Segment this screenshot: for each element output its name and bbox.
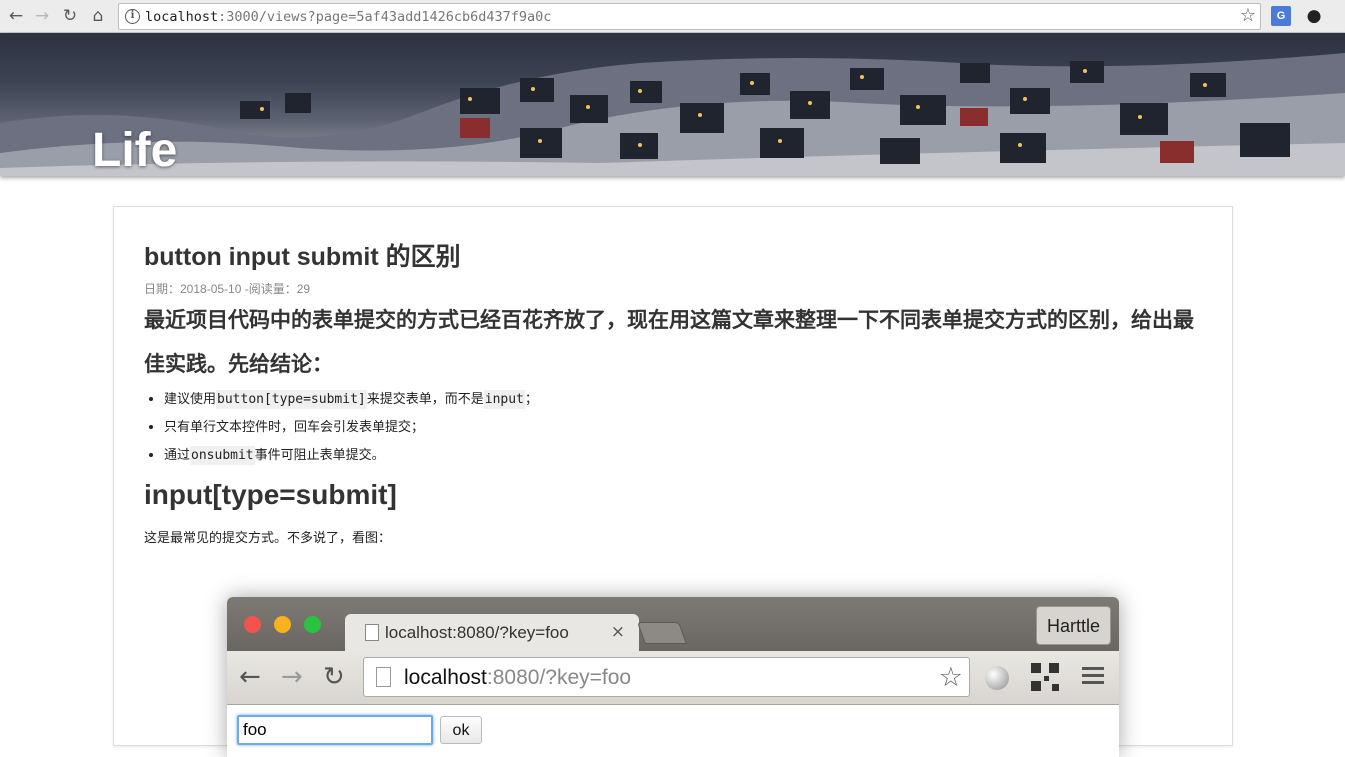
info-icon[interactable]: i	[125, 9, 140, 24]
close-icon: ×	[610, 622, 625, 642]
qr-code-icon	[1031, 663, 1059, 691]
inline-code: button[type=submit]	[216, 390, 367, 409]
list-item-text: 只有单行文本控件时，回车会引发表单提交；	[164, 419, 425, 434]
close-dot-icon	[244, 616, 261, 633]
figure-page-content: foo ok	[227, 705, 1119, 757]
figure-url: localhost:8080/?key=foo	[404, 666, 631, 690]
forward-arrow-icon[interactable]: →	[30, 4, 54, 28]
meta-separator: -	[241, 282, 249, 296]
hamburger-menu-icon	[1082, 665, 1104, 687]
url-host: localhost	[145, 9, 219, 25]
figure-toolbar: ← → ↻ localhost:8080/?key=foo ☆	[227, 651, 1119, 705]
page-icon	[376, 667, 391, 687]
new-tab-icon	[636, 622, 688, 644]
page-icon	[365, 624, 379, 641]
post-views: 阅读量：29	[248, 282, 311, 296]
banner-town-image	[0, 53, 1345, 176]
post-meta: 日期：2018-05-10 -阅读量：29	[144, 280, 310, 297]
list-item-text: 事件可阻止表单提交。	[254, 447, 385, 462]
address-url[interactable]: localhost:3000/views?page=5af43add1426cb…	[145, 9, 551, 25]
conclusion-list: 建议使用button[type=submit]来提交表单，而不是input； 只…	[164, 388, 538, 472]
figure-ok-button: ok	[440, 716, 482, 744]
screenshot-figure: localhost:8080/?key=foo × Harttle ← → ↻ …	[227, 597, 1119, 757]
section-paragraph: 这是最常见的提交方式。不多说了，看图：	[144, 530, 392, 545]
list-item: 只有单行文本控件时，回车会引发表单提交；	[164, 416, 538, 444]
figure-tab: localhost:8080/?key=foo ×	[345, 614, 639, 652]
post-card: button input submit 的区别 日期：2018-05-10 -阅…	[113, 206, 1233, 757]
reload-icon: ↻	[323, 662, 345, 692]
figure-user-button: Harttle	[1036, 606, 1111, 645]
browser-toolbar: ← → ↻ ⌂ i localhost:3000/views?page=5af4…	[0, 0, 1345, 33]
back-arrow-icon[interactable]: ←	[4, 4, 28, 28]
zoom-dot-icon	[304, 616, 321, 633]
url-path: :3000/views?page=5af43add1426cb6d437f9a0…	[218, 9, 552, 25]
post-title: button input submit 的区别	[144, 243, 461, 271]
figure-url-path: :8080/?key=foo	[486, 666, 632, 689]
list-item: 通过onsubmit事件可阻止表单提交。	[164, 444, 538, 472]
list-item-text: ；	[524, 391, 538, 406]
minimize-dot-icon	[274, 616, 291, 633]
section-heading: input[type=submit]	[144, 479, 397, 510]
forward-arrow-icon: →	[281, 662, 303, 692]
globe-icon	[985, 666, 1009, 690]
address-bar[interactable]: i localhost:3000/views?page=5af43add1426…	[118, 3, 1261, 30]
reload-icon[interactable]: ↻	[58, 4, 82, 28]
list-item-text: 来提交表单，而不是	[366, 391, 484, 406]
inline-code: input	[483, 390, 525, 409]
back-arrow-icon: ←	[239, 662, 261, 692]
post-lead: 最近项目代码中的表单提交的方式已经百花齐放了，现在用这篇文章来整理一下不同表单提…	[144, 309, 1194, 376]
post-date: 日期：2018-05-10	[144, 282, 242, 296]
list-item: 建议使用button[type=submit]来提交表单，而不是input；	[164, 388, 538, 416]
list-item-text: 通过	[164, 447, 191, 462]
bookmark-star-icon: ☆	[938, 662, 963, 693]
figure-tab-label: localhost:8080/?key=foo	[385, 623, 569, 642]
bookmark-star-icon[interactable]: ☆	[1240, 5, 1256, 26]
figure-text-input: foo	[237, 715, 433, 745]
translate-extension-icon[interactable]: G	[1271, 6, 1291, 26]
list-item-text: 建议使用	[164, 391, 217, 406]
inline-code: onsubmit	[190, 446, 255, 465]
site-title[interactable]: Life	[92, 125, 177, 177]
figure-url-host: localhost	[404, 666, 487, 689]
site-banner: Life	[0, 33, 1345, 176]
github-extension-icon[interactable]: ●	[1303, 5, 1325, 27]
home-icon[interactable]: ⌂	[86, 4, 110, 28]
figure-titlebar: localhost:8080/?key=foo × Harttle	[227, 597, 1119, 652]
figure-address-bar: localhost:8080/?key=foo ☆	[363, 657, 970, 697]
